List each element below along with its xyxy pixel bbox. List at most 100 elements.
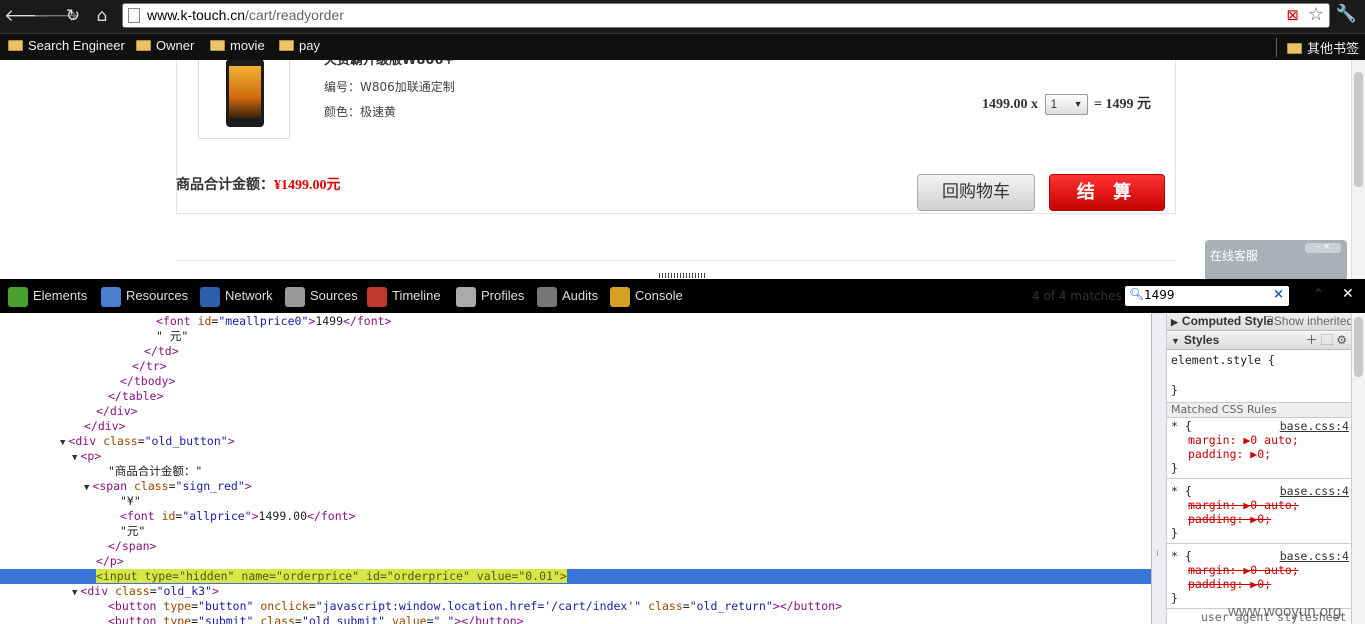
tab-elements[interactable]: Elements — [8, 283, 87, 309]
address-bar[interactable]: www.k-touch.cn/cart/readyorder ⊠ ☆ — [122, 3, 1330, 28]
css-property[interactable]: padding: ▶0; — [1188, 447, 1271, 461]
css-property[interactable]: padding: ▶0; — [1188, 577, 1271, 591]
url-text[interactable]: www.k-touch.cn/cart/readyorder — [147, 7, 344, 23]
tab-audits[interactable]: Audits — [537, 283, 598, 309]
dom-node[interactable]: "元" — [0, 524, 1151, 539]
dom-node[interactable]: " 元" — [0, 329, 1151, 344]
css-source-link[interactable]: base.css:4 — [1280, 549, 1349, 563]
dom-node[interactable]: <font id="allprice">1499.00</font> — [0, 509, 1151, 524]
expand-arrow-icon: ▶ — [1171, 317, 1178, 327]
bookmark-owner[interactable]: Owner — [136, 38, 194, 56]
css-property[interactable]: margin: ▶0 auto; — [1188, 498, 1299, 512]
wrench-menu-icon[interactable]: 🔧 — [1336, 4, 1357, 24]
styles-header[interactable]: ▼ Styles ＋ ⬚ ⚙ — [1167, 332, 1351, 350]
search-prev-icon[interactable]: ⌃ — [1313, 287, 1324, 302]
tab-console[interactable]: Console — [610, 283, 683, 309]
bookmark-pay[interactable]: pay — [279, 38, 320, 56]
elements-icon — [8, 286, 28, 307]
online-service-widget[interactable]: 在线客服 – × — [1205, 240, 1347, 279]
dom-node[interactable]: </div> — [0, 404, 1151, 419]
chat-window-controls[interactable]: – × — [1305, 243, 1341, 253]
network-icon — [200, 286, 220, 307]
chat-title: 在线客服 — [1210, 249, 1259, 263]
dom-tree[interactable]: <font id="meallprice0">1499</font> " 元" </… — [0, 313, 1151, 624]
folder-icon — [279, 40, 294, 51]
back-arrow-icon[interactable]: 🡐 — [4, 4, 50, 28]
home-icon[interactable]: ⌂ — [90, 4, 114, 28]
css-property[interactable]: margin: ▶0 auto; — [1188, 563, 1299, 577]
dom-node[interactable]: "¥" — [0, 494, 1151, 509]
show-inherited-checkbox[interactable]: ☐Show inherited — [1263, 313, 1351, 330]
css-rule-selector[interactable]: * { — [1171, 484, 1192, 498]
checkout-button[interactable]: 结 算 — [1049, 174, 1165, 211]
dom-node[interactable]: </td> — [0, 344, 1151, 359]
dom-node[interactable]: ▼ <div class="old_k3"> — [0, 584, 1151, 599]
scroll-thumb[interactable] — [1354, 72, 1363, 187]
expand-arrow-icon[interactable]: ▼ — [60, 438, 65, 448]
total-value: ¥1499.00元 — [274, 178, 341, 193]
expand-arrow-icon[interactable]: ▼ — [72, 453, 77, 463]
element-state-icon[interactable]: ⬚ — [1321, 333, 1333, 347]
url-host: www.k-touch.cn — [147, 7, 246, 23]
forward-arrow-icon[interactable]: 🡒 — [33, 4, 79, 28]
tab-label: Profiles — [481, 288, 525, 303]
collapse-arrow-icon: ▼ — [1171, 336, 1180, 346]
css-source-link[interactable]: base.css:4 — [1280, 484, 1349, 498]
dom-node[interactable]: </tbody> — [0, 374, 1151, 389]
quantity-select[interactable]: 1 ▼ — [1044, 94, 1088, 116]
dom-node-selected[interactable]: <input type="hidden" name="orderprice" i… — [0, 569, 1151, 584]
css-rule-selector[interactable]: * { — [1171, 549, 1192, 563]
tab-label: Sources — [310, 288, 358, 303]
page-scrollbar[interactable] — [1351, 60, 1365, 279]
css-source-link[interactable]: base.css:4 — [1280, 419, 1349, 433]
dom-node[interactable]: <button type="button" onclick="javascrip… — [0, 599, 1151, 614]
dom-node[interactable]: "商品合计金额：" — [0, 464, 1151, 479]
dom-node[interactable]: </tr> — [0, 359, 1151, 374]
css-rule-selector[interactable]: * { — [1171, 419, 1192, 433]
settings-gear-icon[interactable]: ⚙ — [1336, 333, 1347, 347]
reload-icon[interactable]: ↻ — [61, 4, 85, 28]
dom-node[interactable]: ▼ <span class="sign_red"> — [0, 479, 1151, 494]
tab-timeline[interactable]: Timeline — [367, 283, 441, 309]
sidebar-scrollbar[interactable] — [1351, 313, 1365, 624]
styles-tools: ＋ ⬚ ⚙ — [1306, 332, 1347, 349]
panel-splitter[interactable]: ⁞ — [1151, 313, 1167, 624]
return-to-cart-button[interactable]: 回购物车 — [917, 174, 1035, 211]
tab-profiles[interactable]: Profiles — [456, 283, 524, 309]
devtools-resize-grip[interactable] — [659, 273, 707, 278]
product-name[interactable]: 天费霸升级版W806+ — [324, 60, 454, 68]
clear-search-icon[interactable]: × — [1273, 287, 1284, 302]
css-property[interactable]: padding: ▶0; — [1188, 512, 1271, 526]
bookmark-movie[interactable]: movie — [210, 38, 265, 56]
dom-node[interactable]: <button type="submit" class="old_submit"… — [0, 614, 1151, 624]
css-property[interactable]: margin: ▶0 auto; — [1188, 433, 1299, 447]
dom-node[interactable]: ▼ <div class="old_button"> — [0, 434, 1151, 449]
product-image[interactable] — [198, 60, 290, 139]
scroll-thumb[interactable] — [1354, 317, 1363, 377]
dom-node[interactable]: </p> — [0, 554, 1151, 569]
product-code: 编号：W806加联通定制 — [324, 80, 455, 94]
timeline-icon — [367, 286, 387, 307]
dom-node[interactable]: </div> — [0, 419, 1151, 434]
dom-node[interactable]: </table> — [0, 389, 1151, 404]
add-rule-icon[interactable]: ＋ — [1306, 333, 1318, 347]
blocked-content-icon[interactable]: ⊠ — [1286, 6, 1299, 24]
tab-resources[interactable]: Resources — [101, 283, 188, 309]
dom-node[interactable]: <font id="meallprice0">1499</font> — [0, 314, 1151, 329]
dom-node[interactable]: ▼ <p> — [0, 449, 1151, 464]
bookmark-other[interactable]: 其他书签 — [1287, 38, 1359, 56]
devtools-search-input[interactable]: 🔍︎ 1499 × — [1125, 286, 1289, 306]
close-devtools-icon[interactable]: ✕ — [1342, 286, 1354, 302]
bookmark-star-icon[interactable]: ☆ — [1308, 4, 1324, 25]
bookmark-search-engineer[interactable]: Search Engineer — [8, 38, 125, 56]
computed-style-header[interactable]: ▶ Computed Style ☐Show inherited — [1167, 313, 1351, 331]
page-icon — [128, 8, 140, 23]
tab-sources[interactable]: Sources — [285, 283, 358, 309]
search-match-count: 4 of 4 matches — [1032, 289, 1122, 303]
css-rule-close: } — [1171, 591, 1178, 605]
expand-arrow-icon[interactable]: ▼ — [72, 588, 77, 598]
element-style-rule[interactable]: element.style { — [1171, 353, 1275, 367]
tab-network[interactable]: Network — [200, 283, 273, 309]
expand-arrow-icon[interactable]: ▼ — [84, 483, 89, 493]
dom-node[interactable]: </span> — [0, 539, 1151, 554]
